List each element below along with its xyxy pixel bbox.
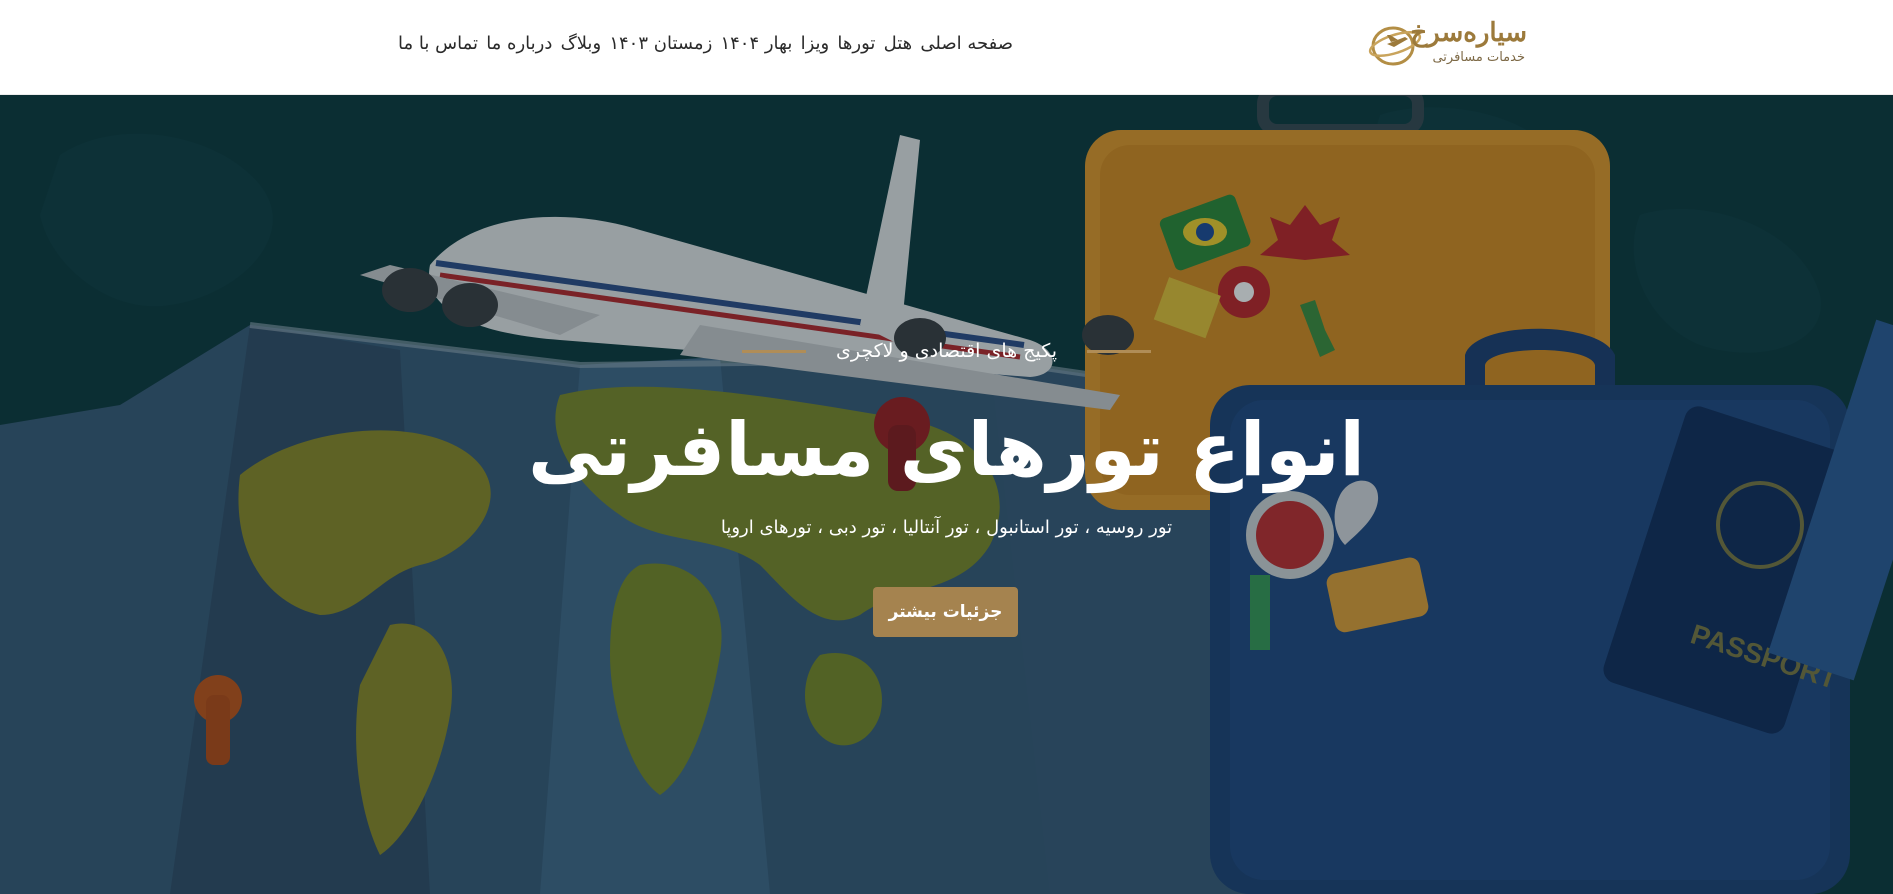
nav-item-tours[interactable]: تورها	[837, 33, 875, 54]
hero-eyebrow: پکیج های اقتصادی و لاکچری	[0, 340, 1893, 362]
nav-item-winter-1403[interactable]: زمستان ۱۴۰۳	[609, 33, 712, 54]
hero-title: انواع تورهای مسافرتی	[528, 407, 1365, 493]
site-logo[interactable]: سیاره‌سرخ خدمات مسافرتی	[1367, 18, 1527, 70]
hero-eyebrow-text: پکیج های اقتصادی و لاکچری	[836, 340, 1057, 362]
nav-item-contact[interactable]: تماس با ما	[398, 33, 478, 54]
hero-subtitle: تور روسیه ، تور استانبول ، تور آنتالیا ،…	[720, 517, 1173, 538]
more-details-button[interactable]: جزئیات بیشتر	[873, 587, 1018, 637]
main-nav: صفحه اصلی هتل تورها ویزا بهار ۱۴۰۴ زمستا…	[398, 0, 1013, 86]
nav-item-blog[interactable]: وبلاگ	[561, 33, 602, 54]
logo-title: سیاره‌سرخ	[1410, 18, 1527, 48]
logo-subtitle: خدمات مسافرتی	[1432, 50, 1525, 65]
eyebrow-divider-left	[742, 349, 806, 353]
nav-item-visa[interactable]: ویزا	[801, 33, 830, 54]
nav-item-spring-1404[interactable]: بهار ۱۴۰۴	[720, 33, 792, 54]
nav-item-about[interactable]: درباره ما	[486, 33, 552, 54]
hero-banner: PASSPORT پکیج های اقتصادی و لاکچری انواع…	[0, 95, 1893, 894]
nav-item-hotel[interactable]: هتل	[884, 33, 913, 54]
eyebrow-divider-right	[1087, 349, 1151, 353]
nav-item-home[interactable]: صفحه اصلی	[920, 33, 1013, 54]
site-header: صفحه اصلی هتل تورها ویزا بهار ۱۴۰۴ زمستا…	[0, 0, 1893, 95]
